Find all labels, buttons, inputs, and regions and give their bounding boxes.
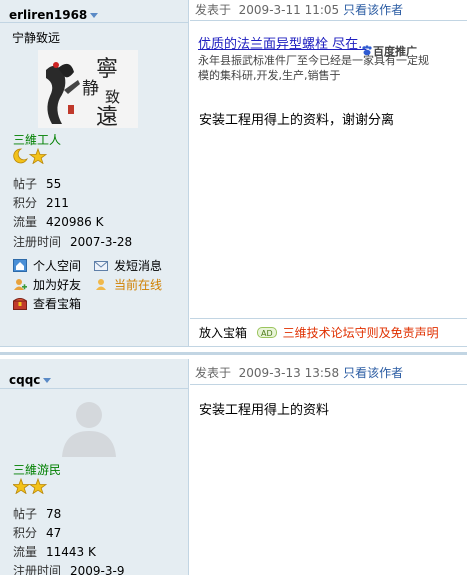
posted-label: 发表于 (195, 366, 232, 380)
posted-time: 2009-3-13 13:58 (238, 366, 340, 380)
avatar[interactable] (58, 395, 120, 457)
send-message-link[interactable]: 发短消息 (94, 257, 162, 274)
separator-strip (0, 352, 467, 355)
stat-value: 420986 K (46, 215, 104, 229)
home-space-label[interactable]: 个人空间 (33, 259, 81, 273)
add-friend-icon (14, 279, 27, 290)
stat-label: 流量 (13, 545, 38, 559)
username-text[interactable]: erliren1968 (9, 8, 87, 22)
username-divider (0, 22, 188, 23)
online-user-icon (96, 279, 106, 290)
stat-value: 47 (46, 526, 62, 540)
rank-icons (11, 477, 48, 497)
stat-posts: 帖子 55 (13, 175, 183, 192)
put-in-box-link[interactable]: 放入宝箱 (199, 326, 247, 340)
user-group-title[interactable]: 三維工人 (13, 131, 61, 148)
svg-text:遠: 遠 (96, 105, 118, 128)
username-text[interactable]: cqqc (9, 373, 40, 387)
user-signature: 宁静致远 (12, 31, 61, 45)
chevron-down-icon[interactable] (90, 13, 99, 18)
stat-traffic: 流量 420986 K (13, 213, 183, 230)
author-only-link[interactable]: 只看该作者 (343, 366, 403, 380)
stat-label: 积分 (13, 196, 38, 210)
moon-icon (13, 148, 28, 164)
chevron-down-icon[interactable] (43, 378, 52, 383)
avatar[interactable]: 寧 静 致 遠 (38, 50, 138, 130)
meta-divider (190, 384, 467, 385)
avatar-calligraphy-image: 寧 静 致 遠 (38, 50, 138, 130)
stat-label: 帖子 (13, 177, 38, 191)
stat-value: 55 (46, 177, 62, 191)
view-treasure-label[interactable]: 查看宝箱 (33, 297, 81, 311)
rank-icons (13, 147, 48, 167)
stat-posts: 帖子 78 (13, 505, 183, 522)
stat-label: 注册时间 (13, 564, 62, 575)
add-friend-link[interactable]: 加为好友 (13, 276, 81, 293)
stat-label: 流量 (13, 215, 38, 229)
post-meta: 发表于 2009-3-11 11:05 只看该作者 (195, 0, 403, 20)
post-content-area: 发表于 2009-3-13 13:58 只看该作者 安装工程用得上的资料 (190, 359, 467, 575)
stat-label: 注册时间 (13, 235, 62, 249)
stat-points: 积分 47 (13, 524, 183, 541)
envelope-icon (94, 261, 108, 271)
author-sidebar: cqqc 三維游民 帖子 78 积分 47 流量 11443 K 注册时间 20… (0, 359, 189, 575)
post-separator (0, 346, 467, 359)
stat-value: 2009-3-9 (70, 564, 125, 575)
post-2: cqqc 三維游民 帖子 78 积分 47 流量 11443 K 注册时间 20… (0, 359, 467, 575)
svg-text:致: 致 (105, 88, 120, 106)
svg-text:寧: 寧 (96, 57, 118, 82)
post-footer: 放入宝箱 AD 三维技术论坛守则及免责声明 (199, 324, 439, 341)
star-icon (11, 477, 31, 495)
treasure-chest-icon (13, 298, 27, 310)
post-message: 安装工程用得上的资料，谢谢分离 (199, 113, 395, 128)
baidu-promo-logo[interactable]: 百度推广 (361, 43, 417, 59)
add-friend-label[interactable]: 加为好友 (33, 278, 81, 292)
home-icon (13, 259, 27, 272)
home-space-link[interactable]: 个人空间 (13, 257, 81, 274)
stat-value: 211 (46, 196, 69, 210)
posted-label: 发表于 (195, 3, 232, 17)
post-meta: 发表于 2009-3-13 13:58 只看该作者 (195, 363, 403, 383)
posted-time: 2009-3-11 11:05 (238, 3, 340, 17)
post-1: erliren1968 宁静致远 寧 静 致 遠 三維工人 帖子 55 积分 2… (0, 0, 467, 346)
username-divider (0, 388, 188, 389)
view-treasure-link[interactable]: 查看宝箱 (13, 295, 81, 312)
svg-text:静: 静 (82, 79, 99, 99)
post-content-area: 发表于 2009-3-11 11:05 只看该作者 优质的法兰面异型螺栓 尽在..… (190, 0, 467, 346)
ad-badge-icon: AD (257, 327, 277, 338)
stat-value: 78 (46, 507, 62, 521)
author-only-link[interactable]: 只看该作者 (343, 3, 403, 17)
stat-traffic: 流量 11443 K (13, 543, 183, 560)
default-avatar-icon (62, 402, 116, 457)
stat-value: 11443 K (46, 545, 96, 559)
star-icon (28, 477, 48, 495)
online-status-label: 当前在线 (114, 278, 163, 292)
forum-rules-link[interactable]: 三维技术论坛守则及免责声明 (283, 326, 439, 340)
post-message: 安装工程用得上的资料 (199, 403, 330, 418)
footer-divider (190, 318, 467, 319)
stat-label: 帖子 (13, 507, 38, 521)
paw-icon (362, 45, 372, 56)
send-message-label[interactable]: 发短消息 (114, 259, 162, 273)
username-link[interactable]: erliren1968 (9, 8, 99, 22)
online-status: 当前在线 (94, 276, 162, 293)
star-icon (28, 147, 48, 165)
author-sidebar: erliren1968 宁静致远 寧 静 致 遠 三維工人 帖子 55 积分 2… (0, 0, 189, 346)
meta-divider (190, 20, 467, 21)
stat-label: 积分 (13, 526, 38, 540)
baidu-promo-label: 百度推广 (373, 45, 417, 58)
stat-register-date: 注册时间 2009-3-9 (13, 562, 183, 575)
stat-points: 积分 211 (13, 194, 183, 211)
stat-register-date: 注册时间 2007-3-28 (13, 233, 183, 250)
user-group-title[interactable]: 三維游民 (13, 461, 61, 478)
stat-value: 2007-3-28 (70, 235, 133, 249)
username-link[interactable]: cqqc (9, 373, 52, 387)
